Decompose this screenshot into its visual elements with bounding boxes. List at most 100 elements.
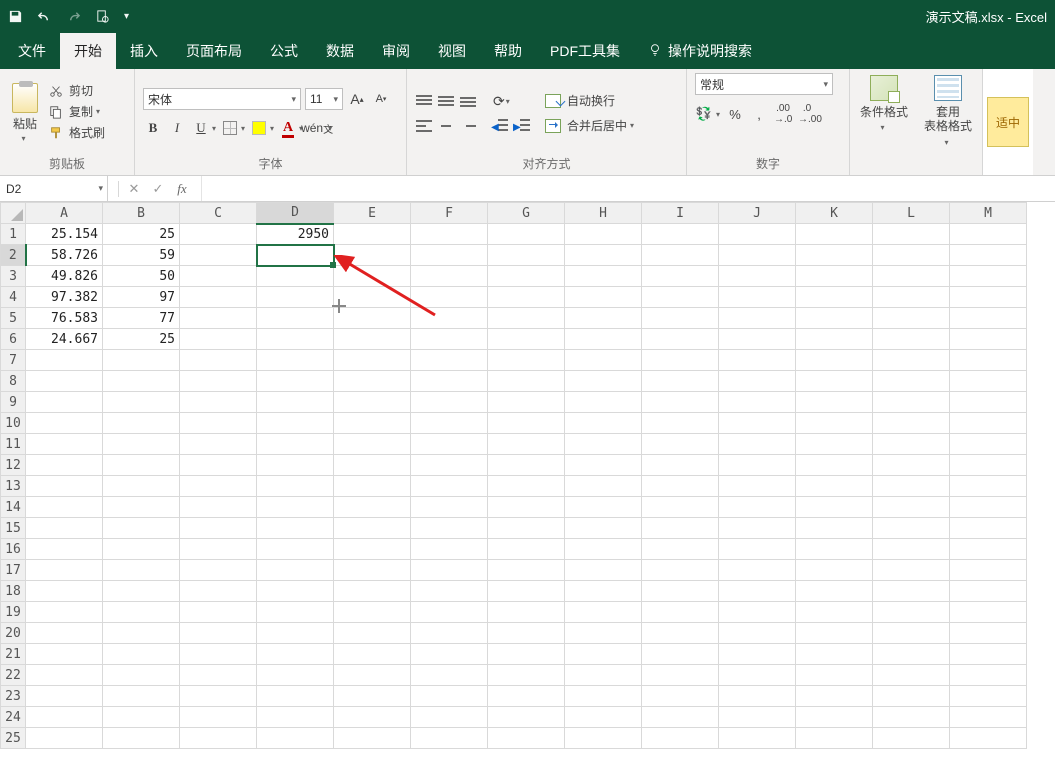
cell[interactable] <box>488 266 565 287</box>
cell[interactable]: 76.583 <box>26 308 103 329</box>
cell[interactable] <box>26 539 103 560</box>
bold-button[interactable]: B <box>143 118 163 138</box>
merge-center-button[interactable]: 合并后居中 ▾ <box>545 117 634 134</box>
row-header[interactable]: 21 <box>1 644 26 665</box>
cell[interactable] <box>719 602 796 623</box>
cell[interactable] <box>642 581 719 602</box>
cell[interactable] <box>719 560 796 581</box>
cell[interactable] <box>642 518 719 539</box>
cell[interactable] <box>180 371 257 392</box>
cell[interactable] <box>334 539 411 560</box>
cell[interactable] <box>719 644 796 665</box>
tab-file[interactable]: 文件 <box>4 33 60 69</box>
cell[interactable] <box>411 497 488 518</box>
chevron-down-icon[interactable]: ▾ <box>241 124 245 133</box>
cell[interactable] <box>334 497 411 518</box>
cell[interactable] <box>565 308 642 329</box>
cell[interactable] <box>180 539 257 560</box>
cell[interactable] <box>642 686 719 707</box>
cut-button[interactable]: 剪切 <box>46 81 107 100</box>
cell[interactable] <box>334 476 411 497</box>
redo-icon[interactable] <box>66 9 81 24</box>
cell[interactable] <box>873 287 950 308</box>
cell[interactable] <box>873 434 950 455</box>
cell[interactable] <box>411 350 488 371</box>
align-right-button[interactable] <box>459 118 477 134</box>
cell[interactable] <box>334 371 411 392</box>
cell[interactable] <box>642 665 719 686</box>
cell[interactable]: 49.826 <box>26 266 103 287</box>
decrease-indent-button[interactable]: ▶ <box>491 118 509 134</box>
cell[interactable] <box>26 392 103 413</box>
cell[interactable] <box>180 455 257 476</box>
cell[interactable] <box>796 560 873 581</box>
cell[interactable] <box>565 581 642 602</box>
row-header[interactable]: 8 <box>1 371 26 392</box>
cell[interactable] <box>873 224 950 245</box>
format-painter-button[interactable]: 格式刷 <box>46 123 107 142</box>
cell[interactable] <box>334 665 411 686</box>
cell[interactable] <box>180 308 257 329</box>
cell[interactable] <box>488 539 565 560</box>
cell[interactable] <box>719 539 796 560</box>
cell[interactable] <box>796 686 873 707</box>
cell[interactable] <box>950 413 1027 434</box>
row-header[interactable]: 22 <box>1 665 26 686</box>
cell[interactable] <box>103 518 180 539</box>
fill-color-button[interactable] <box>249 118 269 138</box>
cell[interactable] <box>488 707 565 728</box>
cell[interactable] <box>488 287 565 308</box>
cell[interactable] <box>642 476 719 497</box>
tab-help[interactable]: 帮助 <box>480 33 536 69</box>
cell[interactable] <box>103 476 180 497</box>
cell[interactable] <box>950 287 1027 308</box>
cell[interactable] <box>642 224 719 245</box>
cell[interactable] <box>796 371 873 392</box>
cell[interactable] <box>411 371 488 392</box>
copy-button[interactable]: 复制 ▾ <box>46 102 107 121</box>
cell[interactable] <box>411 623 488 644</box>
cell[interactable] <box>565 644 642 665</box>
phonetic-button[interactable]: wén文 <box>307 118 327 138</box>
cell[interactable] <box>257 539 334 560</box>
cell[interactable] <box>950 434 1027 455</box>
cell[interactable] <box>488 350 565 371</box>
cell[interactable] <box>642 329 719 350</box>
cell[interactable] <box>796 329 873 350</box>
cell[interactable] <box>103 581 180 602</box>
cell[interactable] <box>796 581 873 602</box>
cell[interactable] <box>103 665 180 686</box>
cell[interactable] <box>411 266 488 287</box>
format-as-table-button[interactable]: 套用 表格格式 ▾ <box>924 75 972 147</box>
cell[interactable] <box>873 602 950 623</box>
row-header[interactable]: 9 <box>1 392 26 413</box>
cell[interactable] <box>257 644 334 665</box>
cell[interactable] <box>719 287 796 308</box>
cell[interactable]: 77 <box>103 308 180 329</box>
cell[interactable] <box>565 350 642 371</box>
cell[interactable] <box>950 686 1027 707</box>
cell[interactable] <box>334 224 411 245</box>
cell[interactable] <box>488 245 565 266</box>
cell[interactable] <box>180 392 257 413</box>
cell[interactable] <box>565 455 642 476</box>
decrease-decimal-button[interactable]: .0→.00 <box>798 103 816 125</box>
cell[interactable] <box>719 728 796 749</box>
cell[interactable] <box>796 266 873 287</box>
cell[interactable] <box>180 686 257 707</box>
cell[interactable] <box>257 728 334 749</box>
row-header[interactable]: 19 <box>1 602 26 623</box>
cell[interactable] <box>257 371 334 392</box>
cell[interactable] <box>488 392 565 413</box>
cell-style-swatch[interactable]: 适中 <box>987 97 1029 147</box>
cell[interactable] <box>488 623 565 644</box>
cell[interactable] <box>950 224 1027 245</box>
row-header[interactable]: 10 <box>1 413 26 434</box>
cell[interactable] <box>565 224 642 245</box>
cell[interactable] <box>719 224 796 245</box>
cell[interactable] <box>950 518 1027 539</box>
cell[interactable] <box>26 581 103 602</box>
cell[interactable] <box>950 497 1027 518</box>
cell[interactable] <box>488 434 565 455</box>
cell[interactable] <box>334 266 411 287</box>
